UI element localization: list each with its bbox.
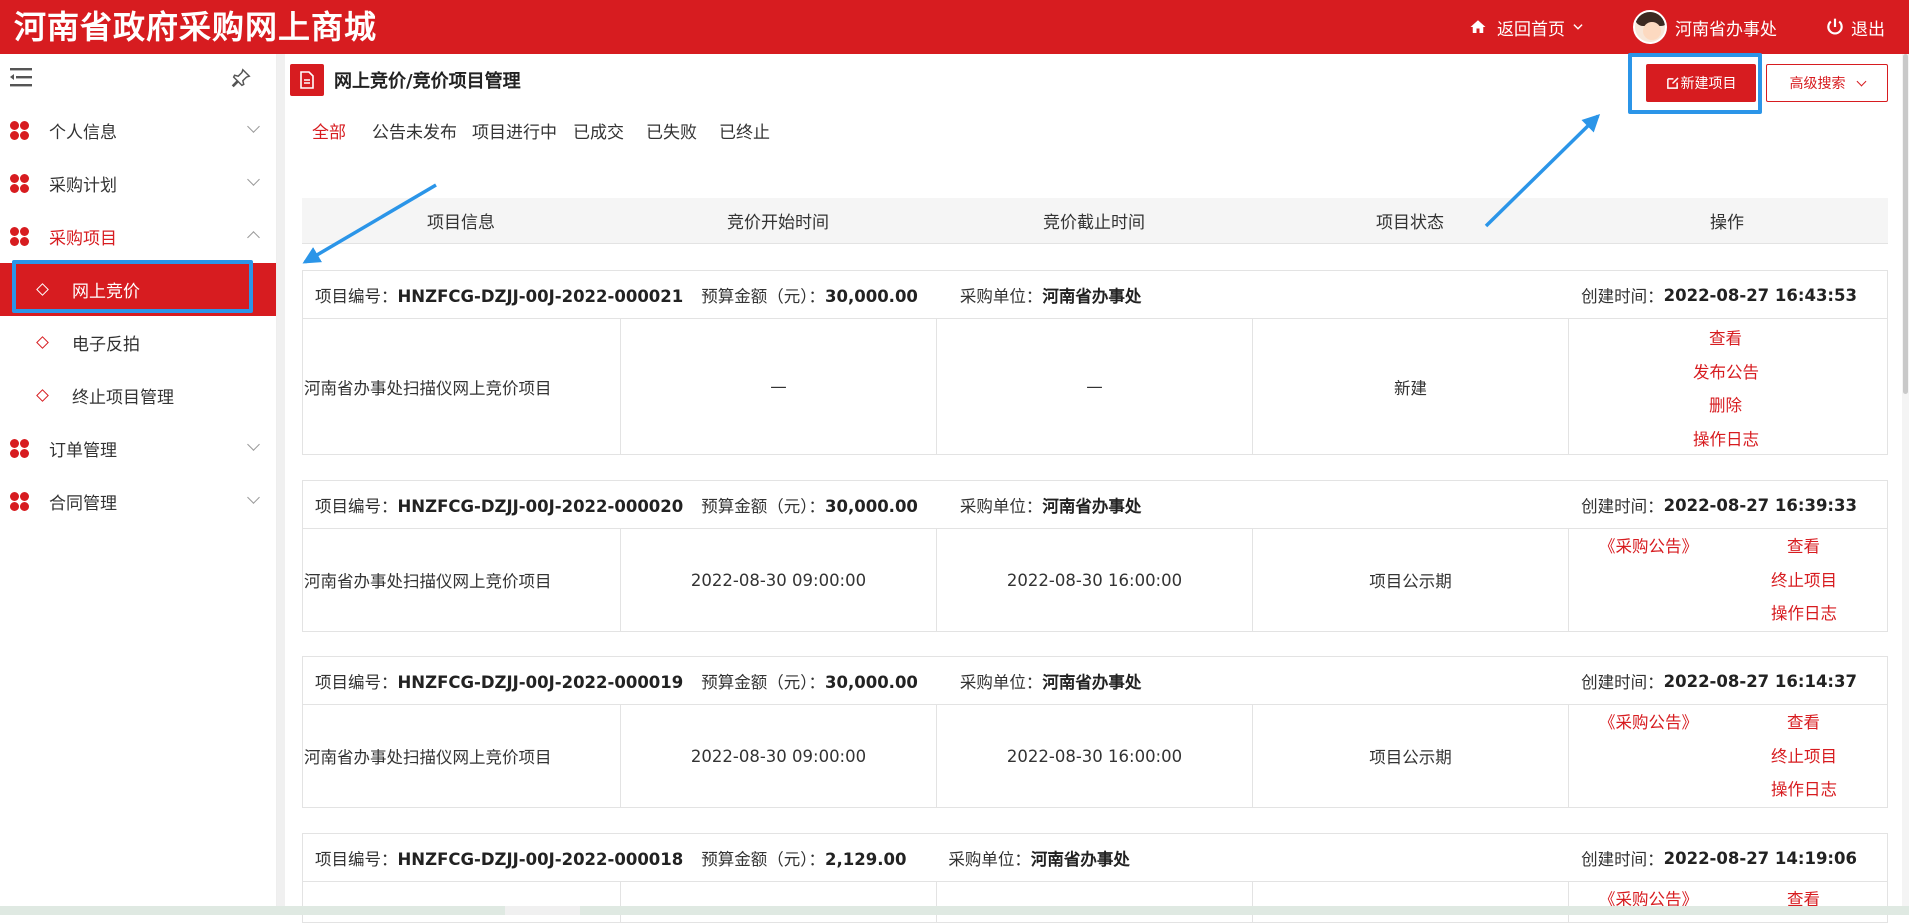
arrow-to-online-bidding	[302, 183, 437, 264]
horizontal-scrollbar[interactable]	[0, 906, 1909, 915]
scrollbar-thumb[interactable]	[1903, 54, 1908, 394]
arrow-to-new-project	[1484, 113, 1601, 228]
page-scrollbar[interactable]	[1902, 54, 1909, 906]
scrollbar-thumb[interactable]	[505, 906, 580, 915]
annotation-arrows	[302, 113, 1601, 264]
